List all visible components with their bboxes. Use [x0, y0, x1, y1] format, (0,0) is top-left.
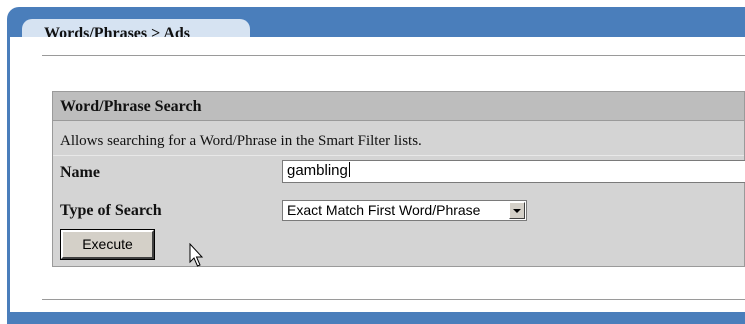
- search-header: Word/Phrase Search: [53, 92, 744, 121]
- text-caret: [348, 162, 350, 177]
- search-title: Word/Phrase Search: [60, 98, 202, 115]
- execute-button[interactable]: Execute: [60, 229, 155, 260]
- search-description: Allows searching for a Word/Phrase in th…: [60, 133, 422, 149]
- bottom-divider: [42, 299, 745, 301]
- mouse-pointer-icon: [189, 243, 204, 267]
- type-of-search-select[interactable]: Exact Match First Word/Phrase: [282, 200, 527, 221]
- description-separator: [53, 155, 744, 156]
- type-of-search-label: Type of Search: [60, 202, 162, 219]
- name-input-value: gambling: [287, 162, 348, 179]
- chevron-down-icon[interactable]: [509, 202, 525, 219]
- name-input[interactable]: gambling: [282, 160, 745, 183]
- top-divider: [42, 55, 745, 57]
- name-label: Name: [60, 164, 100, 181]
- type-of-search-selected: Exact Match First Word/Phrase: [287, 202, 481, 218]
- word-phrase-search-box: Word/Phrase Search Allows searching for …: [52, 91, 745, 267]
